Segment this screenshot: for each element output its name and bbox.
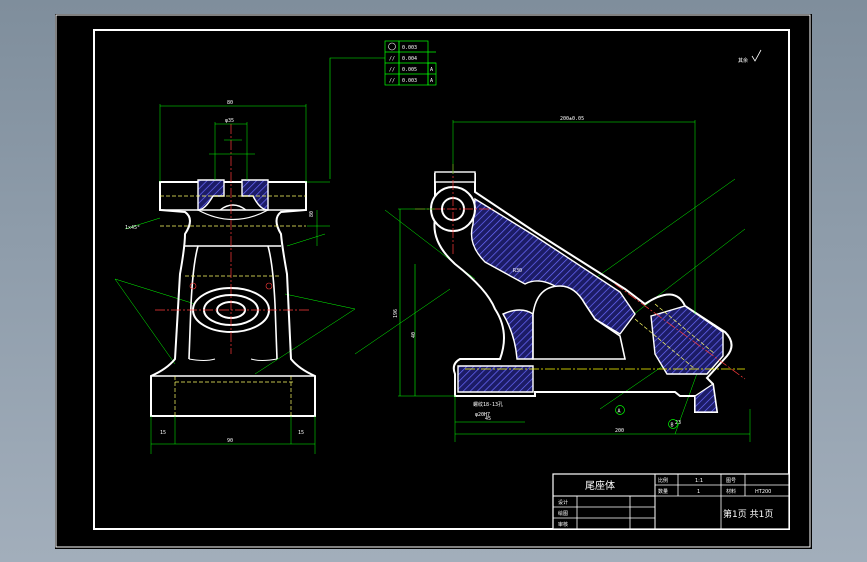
dim-top-width: 80: [227, 100, 233, 106]
tolerance-value-4: 0.003: [402, 78, 417, 84]
tolerance-frame: // // // 0.003 0.004 0.005 0.003 A A: [329, 40, 437, 179]
front-hatch-right: [241, 179, 269, 211]
dim-side-base: 200: [615, 428, 624, 434]
tolerance-value-3: 0.005: [402, 67, 417, 73]
title-sheet-text: 第1页 共1页: [723, 508, 773, 520]
title-label-design: 设计: [558, 499, 568, 506]
title-block: 尾座体 比例 1:1 图号 数量 1 材料 HT200 设计 绘图 审核 第1页…: [552, 473, 790, 530]
svg-text://: //: [389, 78, 395, 84]
side-view: 200±0.05 200 45 196 40 螺纹18-13孔 φ20H7 R3…: [354, 116, 751, 442]
dim-r30: R30: [513, 268, 522, 274]
dim-note2: φ20H7: [475, 412, 490, 418]
dim-bottom-width: 90: [227, 438, 233, 444]
side-hatch-boss: [650, 305, 724, 375]
datum-b: B: [671, 423, 674, 429]
title-quantity-value: 1: [697, 489, 700, 495]
dim-side-top: 200±0.05: [560, 116, 584, 122]
dim-slot: φ35: [225, 118, 234, 124]
dim-right-15: 15: [298, 430, 304, 436]
title-label-quantity: 数量: [658, 488, 668, 495]
svg-text://: //: [389, 67, 395, 73]
inner-frame: [93, 29, 790, 530]
tolerance-datum-3: A: [430, 67, 433, 73]
cad-drawing-viewport[interactable]: 其余 // // // 0.003 0.004 0.005 0.003 A A: [55, 14, 812, 549]
front-view: 80 φ35 90 15 15 80 1x45°: [114, 100, 356, 454]
dim-side-40: 40: [411, 332, 417, 338]
front-view-outline: [150, 181, 316, 417]
dim-left-15: 15: [160, 430, 166, 436]
dim-hole-depth: 80: [309, 211, 315, 217]
title-part-name: 尾座体: [585, 479, 615, 492]
title-label-draw: 绘图: [558, 510, 568, 517]
title-material-value: HT200: [755, 489, 771, 495]
title-label-review: 审核: [558, 521, 568, 528]
title-scale-value: 1:1: [695, 478, 703, 484]
roughness-symbol: 其余: [738, 49, 762, 64]
dim-note: 螺纹18-13孔: [473, 401, 503, 408]
datum-a: A: [618, 409, 621, 415]
dim-side-height: 196: [393, 309, 399, 318]
roughness-label: 其余: [738, 57, 748, 64]
title-label-scale: 比例: [658, 477, 668, 484]
tolerance-value-2: 0.004: [402, 56, 417, 62]
title-label-drawing-no: 图号: [726, 478, 736, 484]
cad-drawing-canvas[interactable]: 其余 // // // 0.003 0.004 0.005 0.003 A A: [55, 14, 812, 549]
svg-text://: //: [389, 56, 395, 62]
front-hatch-left: [197, 179, 225, 211]
tolerance-value-1: 0.003: [402, 45, 417, 51]
side-hatch-leg: [501, 309, 534, 360]
side-hatch-base: [457, 365, 534, 393]
outer-frame: [55, 14, 811, 548]
dim-chamfer: 1x45°: [125, 225, 140, 231]
title-label-material: 材料: [726, 488, 736, 495]
tolerance-datum-4: A: [430, 78, 433, 84]
